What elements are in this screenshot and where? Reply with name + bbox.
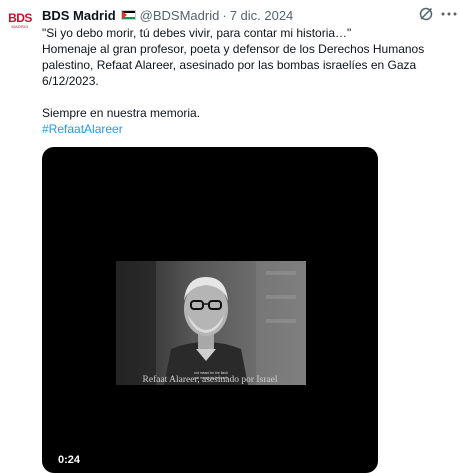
hashtag-link[interactable]: #RefaatAlareer [42,121,454,137]
author-name[interactable]: BDS Madrid [42,8,116,23]
video-duration: 0:24 [54,453,85,467]
tweet-line: Homenaje al gran profesor, poeta y defen… [42,42,425,56]
tweet-line: palestino, Refaat Alareer, asesinado por… [42,58,417,72]
tweet-card[interactable]: BDS MADRID BDS Madrid @BDSMadrid · 7 dic… [0,0,459,473]
tweet-header: BDS Madrid @BDSMadrid · 7 dic. 2024 [42,6,293,24]
author-handle[interactable]: @BDSMadrid [140,8,220,23]
grok-icon[interactable] [418,6,434,22]
avatar-logo-text: BDS [8,11,32,25]
avatar-logo-subtext: MADRID [11,24,29,29]
video-player[interactable]: not meant for the flash not meant for be… [42,147,378,473]
tweet-date[interactable]: 7 dic. 2024 [230,8,294,23]
tweet-closing-line: Siempre en nuestra memoria. [42,106,201,120]
video-caption: Refaat Alareer, asesinado por Israel [142,375,278,385]
palestine-flag-icon [120,10,136,20]
more-icon[interactable] [441,6,457,22]
tweet-line: 6/12/2023. [42,74,99,88]
tweet-text: "Si yo debo morir, tú debes vivir, para … [42,25,454,137]
video-frame: not meant for the flash not meant for be… [116,261,306,385]
tweet-line: "Si yo debo morir, tú debes vivir, para … [42,26,352,40]
avatar[interactable]: BDS MADRID [4,12,36,34]
separator-dot: · [222,7,227,23]
